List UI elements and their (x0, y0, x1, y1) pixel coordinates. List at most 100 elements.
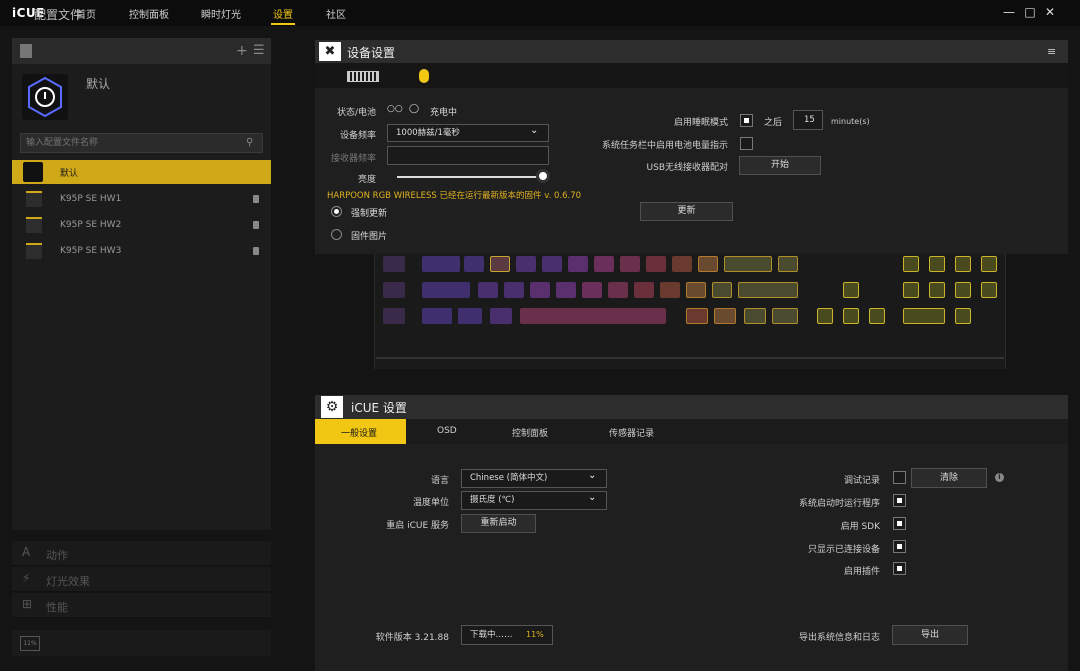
sdk-label: 启用 SDK (840, 522, 880, 532)
key (422, 282, 470, 298)
key (778, 256, 798, 272)
rate-dropdown[interactable]: 1000赫兹/1毫秒 (387, 124, 549, 142)
tray-battery-checkbox[interactable] (740, 137, 753, 150)
sdk-checkbox[interactable] (893, 517, 906, 530)
sleep-minutes-input[interactable]: 15 (793, 110, 823, 130)
brightness-label: 亮度 (357, 175, 376, 185)
tab-general[interactable]: 一般设置 (341, 426, 377, 439)
key (504, 282, 524, 298)
close-icon[interactable]: ✕ (1043, 5, 1057, 19)
profile-label: 默认 (60, 169, 79, 179)
firmware-image-radio[interactable] (331, 229, 342, 240)
tab-settings[interactable]: 设置 (273, 6, 293, 21)
tab-community[interactable]: 社区 (326, 6, 346, 21)
debug-log-checkbox[interactable] (893, 471, 906, 484)
profile-default-icon (23, 162, 43, 182)
key (530, 282, 550, 298)
key (903, 256, 919, 272)
mouse-device-icon[interactable] (419, 69, 429, 83)
tray-battery-label: 系统任务栏中启用电池电量指示 (601, 141, 728, 151)
key (383, 282, 405, 298)
key (582, 282, 602, 298)
temp-unit-value: 摄氏度 (℃) (470, 495, 515, 505)
add-profile-icon[interactable]: + (236, 43, 248, 59)
export-button[interactable]: 导出 (892, 625, 968, 645)
export-label: 导出系统信息和日志 (798, 633, 880, 643)
profile-menu-icon[interactable]: ☰ (253, 43, 265, 58)
key (620, 256, 640, 272)
icue-tabs (315, 419, 1068, 444)
connected-only-checkbox[interactable] (893, 540, 906, 553)
profile-search[interactable] (20, 133, 263, 153)
usb-pair-start-button[interactable]: 开始 (739, 156, 821, 175)
key (458, 308, 482, 324)
startup-checkbox[interactable] (893, 494, 906, 507)
key (929, 282, 945, 298)
receiver-label: 接收器频率 (330, 154, 376, 164)
tab-osd[interactable]: OSD (437, 426, 457, 436)
restart-label: 重启 iCUE 服务 (386, 521, 449, 531)
restart-button[interactable]: 重新启动 (461, 514, 536, 533)
profile-search-input[interactable] (21, 134, 241, 152)
minimize-icon[interactable]: — (1002, 5, 1016, 19)
current-profile-name: 默认 (86, 77, 111, 91)
clear-button[interactable]: 清除 (911, 468, 987, 488)
profiles-icon (20, 44, 32, 58)
brightness-slider-thumb[interactable] (536, 169, 550, 183)
key (478, 282, 498, 298)
key (594, 256, 614, 272)
section-lighting-effects[interactable]: ⚡ 灯光效果 (12, 567, 271, 592)
section-label: 灯光效果 (46, 575, 90, 588)
tab-dashboard-settings[interactable]: 控制面板 (512, 426, 548, 439)
usb-pair-label: USB无线接收器配对 (646, 163, 728, 173)
key (772, 308, 798, 324)
key (981, 256, 997, 272)
lock-icon (253, 195, 259, 203)
key (490, 308, 512, 324)
key (744, 308, 766, 324)
tab-sensor-logging[interactable]: 传感器记录 (609, 426, 654, 439)
info-icon[interactable]: i (995, 473, 1004, 482)
sleep-mode-checkbox[interactable] (740, 114, 753, 127)
tab-instant-lighting[interactable]: 瞬时灯光 (201, 6, 241, 21)
force-update-radio[interactable] (331, 206, 342, 217)
profile-item-hw2[interactable]: K95P SE HW2 (12, 214, 271, 238)
temp-unit-label: 温度单位 (412, 498, 449, 508)
language-dropdown[interactable]: Chinese (简体中文) (461, 469, 607, 488)
actions-icon: A (22, 545, 31, 559)
download-percent: 11% (526, 630, 544, 639)
lock-icon (253, 247, 259, 255)
profile-item-hw1[interactable]: K95P SE HW1 (12, 188, 271, 212)
key (698, 256, 718, 272)
key (608, 282, 628, 298)
profile-item-default[interactable]: 默认 (12, 160, 271, 184)
update-button[interactable]: 更新 (640, 202, 733, 221)
tab-dashboard[interactable]: 控制面板 (129, 6, 169, 21)
key (869, 308, 885, 324)
key (903, 308, 945, 324)
mouse-status-icon: ○○ (387, 104, 403, 114)
keyboard-icon (26, 217, 42, 233)
profile-item-hw3[interactable]: K95P SE HW3 (12, 240, 271, 264)
plugins-label: 启用插件 (843, 567, 880, 577)
temp-unit-dropdown[interactable]: 摄氏度 (℃) (461, 491, 607, 510)
key (634, 282, 654, 298)
chevron-down-icon: ⌄ (530, 125, 539, 136)
key (955, 282, 971, 298)
keyboard-device-icon[interactable] (347, 71, 379, 82)
key (929, 256, 945, 272)
profile-avatar (22, 74, 68, 120)
panel-menu-icon[interactable]: ≡ (1047, 45, 1056, 58)
brightness-slider[interactable] (397, 176, 543, 178)
key (516, 256, 536, 272)
key (422, 308, 452, 324)
section-performance[interactable]: ⊞ 性能 (12, 593, 271, 618)
section-actions[interactable]: A 动作 (12, 541, 271, 566)
download-progress: 下载中…… 11% (461, 625, 553, 645)
section-label: 性能 (46, 601, 68, 614)
plugins-checkbox[interactable] (893, 562, 906, 575)
language-value: Chinese (简体中文) (470, 473, 548, 483)
icue-settings-header (315, 395, 1068, 419)
status-value: 充电中 (430, 108, 458, 118)
maximize-icon[interactable]: □ (1023, 5, 1037, 19)
